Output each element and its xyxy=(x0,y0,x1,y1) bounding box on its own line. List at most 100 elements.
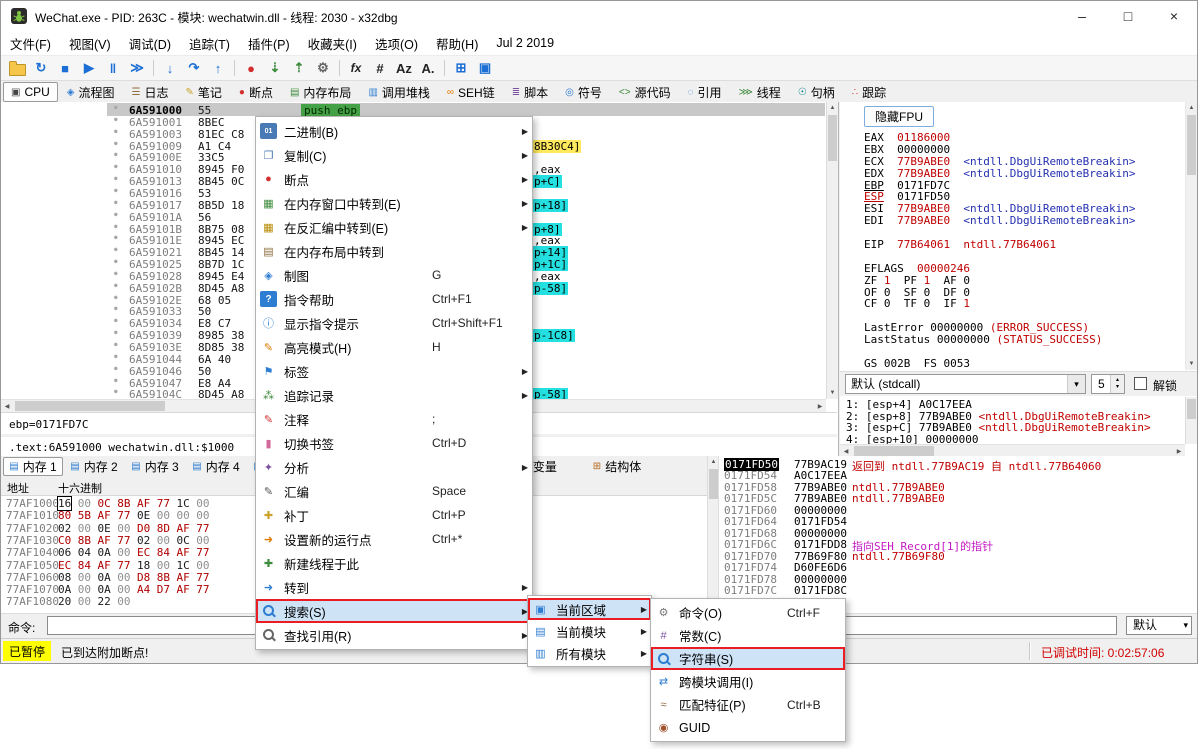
stack-row[interactable]: 0171FD54A0C17EEA xyxy=(720,469,1197,480)
breakpoint-dot[interactable]: ● xyxy=(114,223,118,230)
command-profile-select[interactable]: 默认 ▾ xyxy=(1126,616,1192,635)
trace-over-icon[interactable]: ⇡ xyxy=(287,58,311,78)
tab-source[interactable]: <>源代码 xyxy=(611,82,679,102)
goto-memory-window-menu-item[interactable]: ▦在内存窗口中转到(E)▶ xyxy=(256,191,532,215)
breakpoint-dot[interactable]: ● xyxy=(114,199,118,206)
stack-row[interactable]: 0171FD7800000000 xyxy=(720,573,1197,584)
scroll-thumb[interactable] xyxy=(15,401,165,411)
breakpoint-dot[interactable]: ● xyxy=(114,246,118,253)
tab-threads[interactable]: ⋙线程 xyxy=(731,82,789,102)
breakpoint-dot[interactable]: ● xyxy=(114,128,118,135)
tab-seh[interactable]: ∞SEH链 xyxy=(439,82,503,102)
instruction-help-menu-item[interactable]: ?指令帮助Ctrl+F1 xyxy=(256,287,532,311)
spin-down-icon[interactable]: ▾ xyxy=(1116,384,1119,391)
breakpoint-dot[interactable]: ● xyxy=(114,270,118,277)
tab-log[interactable]: ☰日志 xyxy=(124,82,177,102)
breakpoint-dot[interactable]: ● xyxy=(114,365,118,372)
tab-memory-2[interactable]: ▤内存 2 xyxy=(64,457,124,476)
breakpoint-dot[interactable]: ● xyxy=(114,377,118,384)
patch-menu-item[interactable]: ✚补丁Ctrl+P xyxy=(256,503,532,527)
breakpoint-dot[interactable]: ● xyxy=(114,163,118,170)
breakpoint-icon[interactable]: ● xyxy=(239,58,263,78)
tab-memory-map[interactable]: ▤内存布局 xyxy=(282,82,359,102)
scroll-down-arrow[interactable]: ▼ xyxy=(827,387,838,399)
maximize-button[interactable]: □ xyxy=(1105,1,1151,31)
breakpoint-dot[interactable]: ● xyxy=(114,151,118,158)
pause-icon[interactable]: ‖ xyxy=(101,58,125,78)
log-window-icon[interactable]: ▣ xyxy=(473,58,497,78)
breakpoint-dot[interactable]: ● xyxy=(114,211,118,218)
step-over-icon[interactable]: ↷ xyxy=(182,58,206,78)
highlight-mode-menu-item[interactable]: ✎高亮模式(H)H xyxy=(256,335,532,359)
file-menu[interactable]: 文件(F) xyxy=(1,31,60,56)
search-intermodular-calls-menu-item[interactable]: ⇄跨模块调用(I) xyxy=(651,670,845,693)
options-menu[interactable]: 选项(O) xyxy=(366,31,427,56)
fx-icon[interactable]: fx xyxy=(344,58,368,78)
breakpoint-dot[interactable]: ● xyxy=(114,234,118,241)
breakpoint-dot[interactable]: ● xyxy=(114,341,118,348)
toggle-bookmark-menu-item[interactable]: ▮切换书签Ctrl+D xyxy=(256,431,532,455)
calling-convention-select[interactable]: 默认 (stdcall) ▾ xyxy=(845,374,1086,394)
stack-row[interactable]: 0171FD5C77B9ABE0ntdll.77B9ABE0 xyxy=(720,492,1197,503)
copy-menu-item[interactable]: ❐复制(C)▶ xyxy=(256,143,532,167)
run-to-user-code-icon[interactable]: ≫ xyxy=(125,58,149,78)
arguments-scrollbar[interactable] xyxy=(1185,397,1197,444)
stack-row[interactable]: 0171FD74D60FE6D6 xyxy=(720,561,1197,572)
breakpoint-dot[interactable]: ● xyxy=(114,140,118,147)
debug-menu[interactable]: 调试(D) xyxy=(120,31,180,56)
tab-notes[interactable]: ✎笔记 xyxy=(178,82,230,102)
tab-memory-4[interactable]: ▤内存 4 xyxy=(186,457,246,476)
registers-scrollbar[interactable]: ▲ ▼ xyxy=(1185,102,1197,370)
breakpoint-dot[interactable]: ● xyxy=(114,294,118,301)
search-strings-menu-item[interactable]: 字符串(S) xyxy=(651,647,845,670)
close-button[interactable]: × xyxy=(1151,1,1197,31)
stack-row[interactable]: 0171FD5077B9AC19返回到 ntdll.77B9AC19 自 ntd… xyxy=(720,458,1197,469)
strings-az-icon[interactable]: Az xyxy=(392,58,416,78)
calculator-icon[interactable]: ⊞ xyxy=(449,58,473,78)
preferences-font-icon[interactable]: A. xyxy=(416,58,440,78)
stop-icon[interactable]: ■ xyxy=(53,58,77,78)
arg-count-spinner[interactable]: 5 ▴▾ xyxy=(1091,374,1125,394)
graph-menu-item[interactable]: ◈制图G xyxy=(256,263,532,287)
scroll-thumb[interactable] xyxy=(1187,115,1196,175)
breakpoint-dot[interactable]: ● xyxy=(114,353,118,360)
tab-symbols[interactable]: ◎符号 xyxy=(557,82,610,102)
spin-up-icon[interactable]: ▴ xyxy=(1116,377,1119,384)
scroll-up-arrow[interactable]: ▲ xyxy=(708,456,719,468)
view-menu[interactable]: 视图(V) xyxy=(60,31,120,56)
tab-call-stack[interactable]: ▥调用堆栈 xyxy=(360,82,437,102)
stack-row[interactable]: 0171FD640171FD54 xyxy=(720,515,1197,526)
comment-menu-item[interactable]: ✎注释; xyxy=(256,407,532,431)
tab-breakpoints[interactable]: ●断点 xyxy=(231,82,281,102)
open-file-button[interactable] xyxy=(5,58,29,78)
breakpoint-dot[interactable]: ● xyxy=(114,329,118,336)
new-thread-here-menu-item[interactable]: ✚新建线程于此 xyxy=(256,551,532,575)
unlock-checkbox[interactable] xyxy=(1134,377,1147,390)
settings-gear-icon[interactable]: ⚙ xyxy=(311,58,335,78)
tab-trace[interactable]: ∴跟踪 xyxy=(844,82,894,102)
stack-row[interactable]: 0171FD7C0171FD8C xyxy=(720,584,1197,595)
step-into-icon[interactable]: ↓ xyxy=(158,58,182,78)
tab-cpu[interactable]: ▣CPU xyxy=(3,82,58,102)
scroll-right-arrow[interactable]: ▶ xyxy=(814,400,826,412)
breakpoint-dot[interactable]: ● xyxy=(114,317,118,324)
tab-script[interactable]: ≣脚本 xyxy=(504,82,556,102)
breakpoint-dot[interactable]: ● xyxy=(114,175,118,182)
set-new-origin-menu-item[interactable]: ➜设置新的运行点Ctrl+* xyxy=(256,527,532,551)
patches-hash-icon[interactable]: # xyxy=(368,58,392,78)
label-menu-item[interactable]: ⚑标签▶ xyxy=(256,359,532,383)
chevron-down-icon[interactable]: ▾ xyxy=(1067,375,1085,393)
search-command-menu-item[interactable]: ⚙命令(O)Ctrl+F xyxy=(651,601,845,624)
tab-memory-1[interactable]: ▤内存 1 xyxy=(3,457,63,476)
search-pattern-menu-item[interactable]: ≈匹配特征(P)Ctrl+B xyxy=(651,693,845,716)
analysis-menu-item[interactable]: ✦分析▶ xyxy=(256,455,532,479)
help-menu[interactable]: 帮助(H) xyxy=(427,31,487,56)
goto-menu-item[interactable]: ➜转到▶ xyxy=(256,575,532,599)
breakpoint-dot[interactable]: ● xyxy=(114,305,118,312)
search-guid-menu-item[interactable]: ◉GUID xyxy=(651,716,845,739)
scroll-thumb[interactable] xyxy=(709,469,718,499)
dump-vertical-scrollbar[interactable]: ▲ ▼ xyxy=(707,456,719,613)
stack-row[interactable]: 0171FD6C0171FDD8指向SEH_Record[1]的指针 xyxy=(720,538,1197,549)
scroll-up-arrow[interactable]: ▲ xyxy=(827,102,838,114)
find-references-menu-item[interactable]: 查找引用(R)▶ xyxy=(256,623,532,647)
